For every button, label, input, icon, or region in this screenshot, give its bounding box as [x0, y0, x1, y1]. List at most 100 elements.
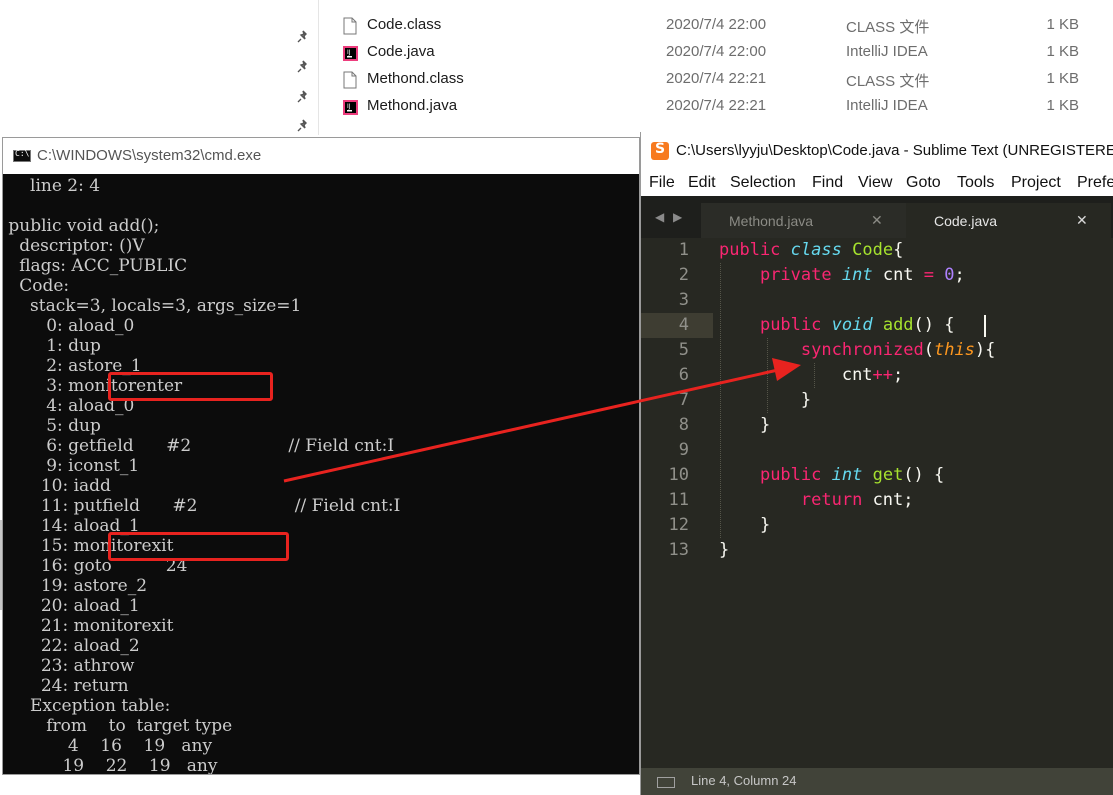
code-token: ){: [974, 340, 996, 360]
code-token: class: [790, 240, 842, 260]
code-token: 0: [944, 265, 955, 285]
file-icon: [343, 17, 357, 35]
line-number: 7: [678, 390, 689, 410]
console-line: 5: dup: [3, 416, 101, 436]
console-line: line 2: 4: [3, 176, 101, 196]
code-token: }: [719, 540, 730, 560]
code-token: () {: [913, 315, 955, 335]
cmd-console-output[interactable]: line 2: 4 public void add(); descriptor:…: [3, 174, 639, 774]
code-token: this: [933, 340, 975, 360]
code-token: synchronized: [800, 340, 924, 360]
pin-icon[interactable]: [296, 30, 310, 44]
cmd-window[interactable]: C:\ C:\WINDOWS\system32\cmd.exe line 2: …: [2, 137, 640, 775]
close-icon[interactable]: ✕: [1076, 212, 1088, 229]
code-token: cnt;: [872, 490, 914, 510]
code-token: () {: [903, 465, 945, 485]
code-line: }: [719, 413, 770, 438]
cursor-position: Line 4, Column 24: [691, 773, 797, 788]
line-number: 4: [678, 315, 689, 335]
pin-icon[interactable]: [296, 90, 310, 104]
menu-view[interactable]: View: [858, 174, 892, 192]
code-token: cnt: [841, 365, 873, 385]
line-number: 10: [668, 465, 689, 485]
tab-nav-right-icon[interactable]: ▶: [673, 210, 682, 224]
code-line: }: [719, 538, 729, 563]
line-number: 5: [678, 340, 689, 360]
file-name: Code.class: [367, 16, 442, 33]
menu-selection[interactable]: Selection: [730, 174, 796, 192]
file-row[interactable]: IJ Methond.java 2020/7/4 22:21 IntelliJ …: [338, 93, 1098, 120]
cmd-titlebar[interactable]: C:\ C:\WINDOWS\system32\cmd.exe: [3, 138, 639, 174]
sublime-app-icon: S: [651, 141, 669, 160]
line-number: 2: [678, 265, 689, 285]
file-row[interactable]: Methond.class 2020/7/4 22:21 CLASS 文件 1 …: [338, 66, 1098, 93]
menu-edit[interactable]: Edit: [688, 174, 716, 192]
code-line: public int get() {: [719, 463, 944, 488]
menu-goto[interactable]: Goto: [906, 174, 941, 192]
code-line: synchronized(this){: [719, 338, 996, 363]
code-token: cnt: [882, 265, 914, 285]
code-line: public void add() {: [719, 313, 955, 338]
pin-icon[interactable]: [296, 60, 310, 74]
explorer-navigation-pane: [0, 0, 318, 135]
code-token: public: [719, 240, 781, 260]
menu-file[interactable]: File: [649, 174, 675, 192]
file-type: IntelliJ IDEA: [846, 43, 928, 60]
close-icon[interactable]: ✕: [871, 212, 883, 229]
menu-project[interactable]: Project: [1011, 174, 1061, 192]
code-token: {: [893, 240, 904, 260]
line-number: 11: [668, 490, 689, 510]
code-token: public: [759, 315, 822, 335]
code-editor[interactable]: 1 2 3 4 5 6 7 8 9 10 11 12 13 public cla…: [641, 238, 1113, 768]
status-bar: Line 4, Column 24: [641, 768, 1113, 795]
sublime-titlebar[interactable]: S C:\Users\lyyju\Desktop\Code.java - Sub…: [641, 132, 1113, 170]
monitorenter-highlight-box: [108, 372, 273, 401]
sublime-text-window[interactable]: S C:\Users\lyyju\Desktop\Code.java - Sub…: [640, 132, 1113, 795]
code-token: private: [759, 265, 832, 285]
console-line: Code:: [3, 276, 70, 296]
file-row[interactable]: Code.class 2020/7/4 22:00 CLASS 文件 1 KB: [338, 12, 1098, 39]
console-line: 24: return: [3, 676, 129, 696]
code-token: return: [800, 490, 863, 510]
console-line: 1: dup: [3, 336, 101, 356]
file-type: CLASS 文件: [846, 19, 930, 36]
code-token: ;: [893, 365, 904, 385]
file-date: 2020/7/4 22:00: [666, 43, 767, 60]
code-token: get: [872, 465, 904, 485]
menu-bar: File Edit Selection Find View Goto Tools…: [641, 170, 1113, 196]
tab-nav-left-icon[interactable]: ◀: [655, 210, 664, 224]
code-token: void: [831, 315, 873, 335]
file-type: CLASS 文件: [846, 73, 930, 90]
console-line: 4 16 19 any: [3, 736, 213, 756]
menu-find[interactable]: Find: [812, 174, 843, 192]
menu-tools[interactable]: Tools: [957, 174, 994, 192]
panel-toggle-icon[interactable]: [657, 777, 675, 788]
console-line: 11: putfield #2 // Field cnt:I: [3, 496, 401, 516]
file-size: 1 KB: [1046, 43, 1079, 60]
tab-code-java[interactable]: Code.java ✕: [906, 203, 1111, 238]
intellij-icon: IJ: [343, 100, 358, 115]
svg-text:IJ: IJ: [347, 103, 351, 110]
code-token: add: [882, 315, 914, 335]
console-line: 9: iconst_1: [3, 456, 140, 476]
console-line: 21: monitorexit: [3, 616, 174, 636]
code-token: ;: [954, 265, 965, 285]
console-line: 0: aload_0: [3, 316, 135, 336]
tab-label: Code.java: [934, 213, 998, 229]
pin-icon[interactable]: [296, 119, 310, 133]
explorer-pane-divider: [318, 0, 319, 135]
code-line: }: [719, 388, 811, 413]
cmd-window-title: C:\WINDOWS\system32\cmd.exe: [37, 147, 262, 164]
file-date: 2020/7/4 22:21: [666, 70, 767, 87]
code-token: }: [759, 515, 771, 535]
code-token: (: [923, 340, 934, 360]
text-caret: [984, 315, 986, 337]
menu-preferences[interactable]: Preferences: [1077, 174, 1113, 192]
file-size: 1 KB: [1046, 97, 1079, 114]
code-token: ++: [872, 365, 894, 385]
console-line: 22: aload_2: [3, 636, 140, 656]
file-type: IntelliJ IDEA: [846, 97, 928, 114]
file-icon: [343, 71, 357, 89]
file-row[interactable]: IJ Code.java 2020/7/4 22:00 IntelliJ IDE…: [338, 39, 1098, 66]
tab-methond-java[interactable]: Methond.java ✕: [701, 203, 906, 238]
